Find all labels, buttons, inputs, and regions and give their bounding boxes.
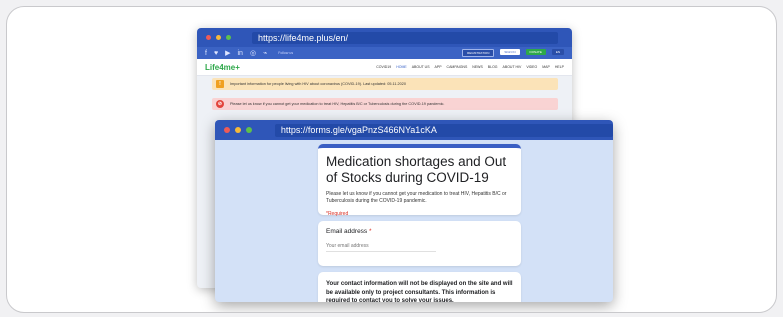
warning-icon: ! [216,80,224,88]
nav-item-app[interactable]: APP [435,65,442,69]
nav-item-campaigns[interactable]: CAMPAIGNS [447,65,468,69]
form-description: Please let us know if you cannot get you… [326,191,507,204]
nav-item-blog[interactable]: BLOG [488,65,498,69]
donate-button[interactable]: DONATE [525,49,546,55]
instagram-icon[interactable]: ◎ [250,49,256,57]
maximize-dot-icon[interactable] [245,127,252,133]
nav-item-about-hiv[interactable]: ABOUT HIV [503,65,522,69]
form-header-card: Medication shortages and Out of Stocks d… [318,144,521,217]
facebook-icon[interactable]: f [205,50,207,57]
browser-titlebar: https://life4me.plus/en/ [197,28,572,47]
alert-warning[interactable]: ⊘ Please let us know if you cannot get y… [212,98,558,110]
sign-in-button[interactable]: SIGN IN [500,49,520,55]
required-note: *Required [326,211,349,217]
registration-button[interactable]: REGISTRATION [462,49,495,57]
email-label: Email address * [326,228,372,235]
twitter-icon[interactable]: ♥ [214,50,218,57]
site-navbar: Life4me+ COVID19 HOME ABOUT US APP CAMPA… [197,59,572,76]
nav-menu: COVID19 HOME ABOUT US APP CAMPAIGNS NEWS… [371,65,564,69]
minimize-dot-icon[interactable] [216,35,221,40]
contact-info-text: Your contact information will not be dis… [326,281,513,302]
nav-item-help[interactable]: HELP [555,65,564,69]
follow-us-label: Follow us [278,51,294,55]
info-card: Your contact information will not be dis… [318,272,521,302]
close-dot-icon[interactable] [206,35,211,40]
stop-icon: ⊘ [216,100,224,108]
alert-warning-text: Please let us know if you cannot get you… [230,102,445,106]
browser-window-google-form: https://forms.gle/vgaPnzS466NYa1cKA Medi… [215,120,613,302]
site-logo[interactable]: Life4me+ [205,63,240,72]
nav-item-home[interactable]: HOME [396,65,407,69]
form-title: Medication shortages and Out of Stocks d… [326,154,507,185]
rss-icon[interactable]: ⌁ [263,49,267,57]
alert-info[interactable]: ! Important information for people livin… [212,78,558,90]
language-select[interactable]: EN [551,49,564,55]
youtube-icon[interactable]: ▶ [225,49,230,57]
nav-item-video[interactable]: VIDEO [526,65,537,69]
screenshot-frame: https://life4me.plus/en/ f ♥ ▶ in ◎ ⌁ Fo… [6,6,777,313]
linkedin-icon[interactable]: in [238,50,243,57]
email-question-card: Email address * Your email address [318,221,521,266]
email-field[interactable]: Your email address [326,243,436,252]
browser-titlebar: https://forms.gle/vgaPnzS466NYa1cKA [215,120,613,140]
close-dot-icon[interactable] [224,127,230,133]
alert-info-text: Important information for people living … [230,82,406,86]
address-bar[interactable]: https://life4me.plus/en/ [252,31,558,44]
maximize-dot-icon[interactable] [226,35,231,40]
nav-item-map[interactable]: MAP [542,65,550,69]
nav-item-covid19[interactable]: COVID19 [376,65,391,69]
nav-item-news[interactable]: NEWS [472,65,483,69]
minimize-dot-icon[interactable] [234,127,241,133]
nav-item-about-us[interactable]: ABOUT US [412,65,430,69]
address-bar[interactable]: https://forms.gle/vgaPnzS466NYa1cKA [274,123,613,137]
social-bar: f ♥ ▶ in ◎ ⌁ Follow us REGISTRATION SIGN… [197,47,572,59]
